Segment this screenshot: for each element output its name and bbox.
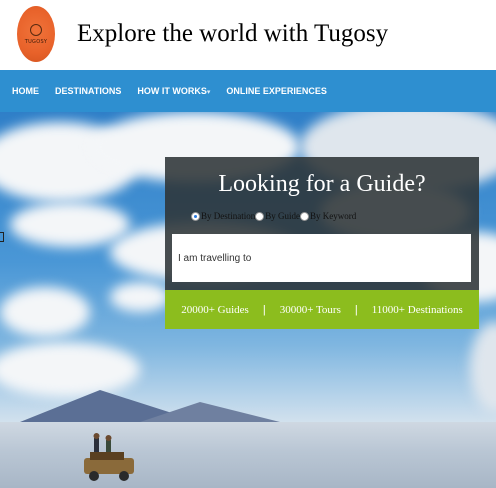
stat-separator: |: [354, 303, 358, 316]
nav-item-how-it-works[interactable]: HOW IT WORKS▾: [137, 86, 210, 96]
cloud: [10, 202, 130, 247]
site-header: TUGOSY Explore the world with Tugosy: [0, 0, 496, 68]
guide-search-panel: Looking for a Guide? By Destination By G…: [165, 157, 479, 290]
salt-flat-ground: [0, 422, 496, 488]
stat-tours: 30000+ Tours: [279, 303, 341, 316]
radio-label-by-destination: By Destination: [201, 211, 256, 221]
cloud: [0, 287, 90, 337]
nav-item-how-it-works-label: HOW IT WORKS: [137, 86, 207, 96]
jeep-with-travelers-image: [84, 433, 134, 481]
mountain: [140, 402, 280, 422]
page-marker: [0, 232, 4, 242]
main-nav: HOME DESTINATIONS HOW IT WORKS▾ ONLINE E…: [0, 70, 496, 112]
search-type-radio-group: By Destination By Guide By Keyword: [191, 211, 356, 221]
nav-item-home[interactable]: HOME: [12, 86, 39, 96]
logo-text: TUGOSY: [24, 38, 48, 45]
stats-bar: 20000+ Guides | 30000+ Tours | 11000+ De…: [165, 290, 479, 329]
chevron-down-icon: ▾: [206, 89, 211, 96]
destination-search-field[interactable]: [172, 234, 471, 282]
destination-search-input[interactable]: [178, 234, 471, 282]
radio-label-by-guide: By Guide: [265, 211, 300, 221]
cloud: [470, 322, 496, 412]
stat-guides: 20000+ Guides: [181, 303, 249, 316]
cloud: [0, 342, 140, 397]
stat-destinations: 11000+ Destinations: [371, 303, 463, 316]
nav-item-online-experiences[interactable]: ONLINE EXPERIENCES: [226, 86, 327, 96]
radio-label-by-keyword: By Keyword: [310, 211, 357, 221]
nav-item-destinations[interactable]: DESTINATIONS: [55, 86, 121, 96]
site-title: Explore the world with Tugosy: [77, 20, 389, 47]
radio-by-keyword[interactable]: [300, 211, 309, 221]
tugosy-logo-icon[interactable]: TUGOSY: [17, 6, 55, 62]
logo-emblem: [30, 23, 42, 36]
radio-by-guide[interactable]: [255, 211, 265, 221]
guide-search-title: Looking for a Guide?: [218, 171, 426, 197]
cloud: [110, 282, 170, 312]
stat-separator: |: [262, 303, 266, 316]
radio-by-destination[interactable]: [191, 211, 200, 221]
